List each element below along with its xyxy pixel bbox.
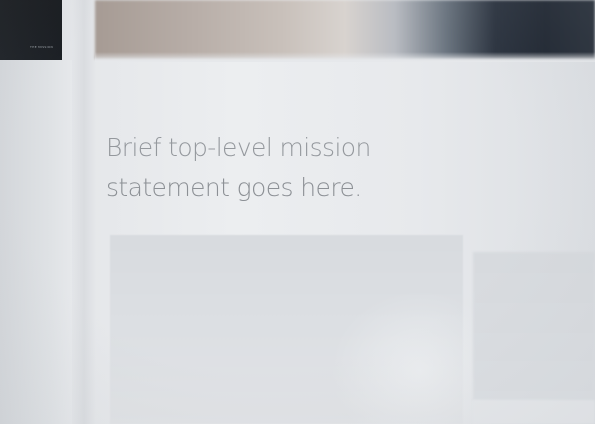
page-viewport: THE MISSION Brief top-level mission stat… (0, 0, 595, 424)
content-card-placeholder-side[interactable] (473, 252, 595, 400)
hero-image-banner (95, 0, 595, 59)
mission-line-1: Brief top-level mission (106, 133, 371, 162)
side-card-gap (473, 400, 595, 424)
sidebar-edge-shadow (72, 0, 96, 424)
mission-statement: Brief top-level mission statement goes h… (106, 128, 406, 208)
nav-header-block[interactable]: THE MISSION (0, 0, 62, 60)
card-glow (330, 290, 480, 424)
mission-line-2: statement goes here. (106, 173, 362, 202)
left-sidebar-strip (0, 60, 72, 424)
nav-tagline: THE MISSION (30, 45, 54, 49)
hero-fade (95, 52, 595, 62)
